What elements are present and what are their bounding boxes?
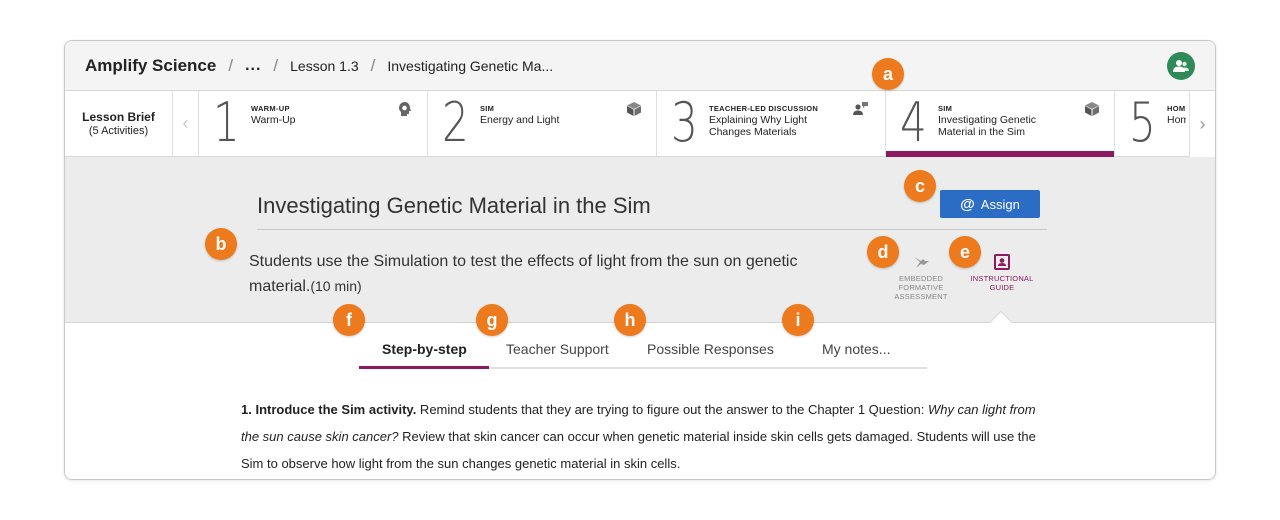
activity-card-2[interactable]: 2 SIM Energy and Light [428,91,657,156]
user-avatar[interactable] [1167,52,1195,80]
tab-my-notes[interactable]: My notes... [822,341,890,357]
callout-b: b [205,228,237,260]
breadcrumb-ellipsis[interactable]: ... [245,57,261,75]
activity-title: Energy and Light [480,114,560,126]
breadcrumb: Amplify Science / ... / Lesson 1.3 / Inv… [65,41,1215,91]
teacher-guide-icon [994,254,1010,270]
cube-icon [627,102,641,116]
chevron-left-icon: ‹ [182,113,189,133]
breadcrumb-separator: / [273,55,279,75]
lesson-window: Amplify Science / ... / Lesson 1.3 / Inv… [64,40,1216,480]
activity-card-3[interactable]: 3 TEACHER-LED DISCUSSION Explaining Why … [657,91,886,156]
assign-button[interactable]: @ Assign [940,190,1040,218]
lesson-brief-button[interactable]: Lesson Brief (5 Activities) [65,91,173,156]
step-heading: 1. Introduce the Sim activity. [241,402,417,417]
activity-number: 2 [442,91,469,154]
breadcrumb-app[interactable]: Amplify Science [85,56,216,76]
callout-e: e [949,236,981,268]
activity-heading: Investigating Genetic Material in the Si… [257,193,651,218]
embedded-formative-assessment-button[interactable]: EMBEDDED FORMATIVE ASSESSMENT [887,253,955,301]
activity-title: Hom [1167,114,1186,126]
discussion-icon [853,102,868,115]
callout-i: i [782,304,814,336]
activity-duration: (10 min) [310,278,362,294]
breadcrumb-separator: / [370,55,376,75]
users-icon [1173,60,1189,72]
assign-label: Assign [980,196,1020,212]
strip-prev-button[interactable]: ‹ [173,91,199,156]
efa-label-line1: EMBEDDED [898,274,944,283]
activity-title: Warm-Up [251,114,296,126]
activity-type: SIM [480,104,495,113]
head-icon [399,102,411,116]
activity-card-4[interactable]: 4 SIM Investigating Genetic Material in … [886,91,1115,157]
cube-icon [1085,102,1099,116]
tab-step-by-step[interactable]: Step-by-step [382,341,467,357]
efa-label-line2: FORMATIVE [898,283,944,292]
lesson-brief-count: (5 Activities) [88,125,149,137]
activity-card-5[interactable]: 5 HOM Hom [1115,91,1186,156]
activity-number: 3 [671,91,698,154]
divider [257,229,1047,230]
tab-teacher-support[interactable]: Teacher Support [506,341,609,357]
guide-tabs: Step-by-step Teacher Support Possible Re… [359,337,927,369]
breadcrumb-separator: / [228,55,234,75]
hummingbird-icon [914,257,929,268]
activity-title: Investigating Genetic Material in the Si… [938,114,1037,138]
ig-label-line1: INSTRUCTIONAL [970,274,1034,283]
activity-description: Students use the Simulation to test the … [249,249,839,299]
activity-type: WARM-UP [251,104,290,113]
tab-possible-responses[interactable]: Possible Responses [647,341,774,357]
breadcrumb-lesson[interactable]: Lesson 1.3 [290,58,359,74]
activity-number: 5 [1129,91,1156,154]
breadcrumb-current: Investigating Genetic Ma... [387,57,554,74]
efa-label-line3: ASSESSMENT [894,292,948,301]
at-sign-icon: @ [960,195,975,213]
activity-title: Explaining Why Light Changes Materials [709,114,808,138]
chevron-right-icon: › [1199,113,1206,134]
activity-card-1[interactable]: 1 WARM-UP Warm-Up [199,91,428,156]
activity-strip: Lesson Brief (5 Activities) ‹ 1 WARM-UP … [65,91,1215,157]
callout-g: g [476,304,508,336]
strip-next-button[interactable]: › [1189,91,1215,157]
panel-pointer [989,310,1013,334]
activity-number: 1 [213,91,240,154]
callout-d: d [867,236,899,268]
callout-h: h [614,304,646,336]
callout-c: c [904,170,936,202]
active-tab-indicator [359,366,489,369]
activity-header: Investigating Genetic Material in the Si… [65,157,1215,334]
callout-a: a [872,58,904,90]
step-content: 1. Introduce the Sim activity. Remind st… [241,396,1041,477]
ig-label-line2: GUIDE [989,283,1015,292]
activity-type: TEACHER-LED DISCUSSION [709,104,819,113]
callout-f: f [333,304,365,336]
lesson-brief-label: Lesson Brief [82,110,155,124]
activity-type: HOM [1167,104,1186,113]
activity-type: SIM [938,104,953,113]
step-text: Remind students that they are trying to … [416,402,928,417]
activity-number: 4 [900,91,927,154]
